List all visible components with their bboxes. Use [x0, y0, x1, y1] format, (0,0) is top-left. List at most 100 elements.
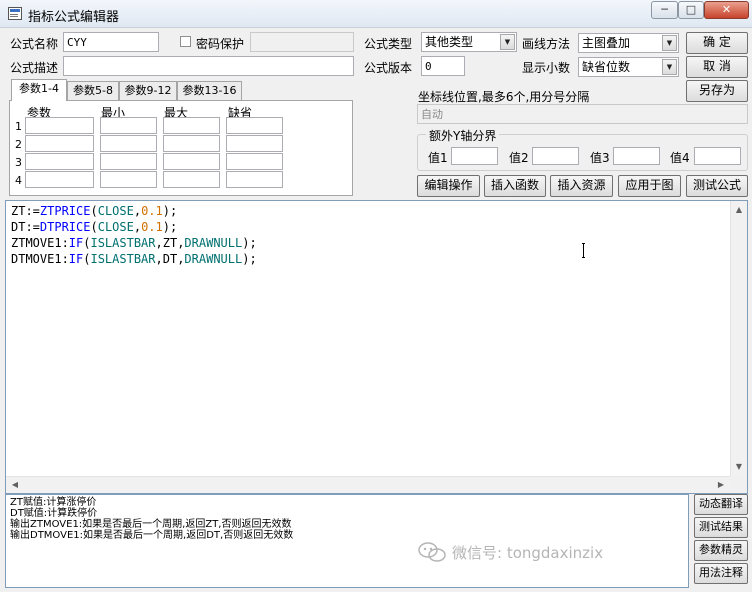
- editor-horizontal-scrollbar[interactable]: ◀ ▶: [6, 476, 730, 493]
- code-token: (: [90, 204, 98, 218]
- edit-operations-button[interactable]: 编辑操作: [417, 175, 480, 197]
- cancel-button[interactable]: 取 消: [686, 56, 748, 78]
- param-4-name[interactable]: [25, 171, 94, 188]
- code-token: (: [90, 220, 98, 234]
- param-row-number: 1: [15, 120, 22, 133]
- code-token: CLOSE: [97, 220, 134, 234]
- insert-function-button[interactable]: 插入函数: [484, 175, 546, 197]
- code-token: 0.1: [141, 220, 163, 234]
- output-line: DT赋值:计算跌停价: [10, 508, 98, 519]
- param-3-name[interactable]: [25, 153, 94, 170]
- code-token: ,ZT,: [155, 236, 185, 250]
- param-1-default[interactable]: [226, 117, 283, 134]
- param-row-number: 4: [15, 174, 22, 187]
- code-token: ZTMOVE1:: [11, 236, 69, 250]
- code-token: ZTPRICE: [39, 204, 91, 218]
- window-title: 指标公式编辑器: [28, 10, 120, 25]
- scroll-down-icon[interactable]: ▼: [731, 459, 747, 475]
- y-value-1-label: 值1: [428, 151, 448, 165]
- code-token: ZT:=: [11, 204, 40, 218]
- param-3-max[interactable]: [163, 153, 220, 170]
- extra-y-axis-label: 额外Y轴分界: [426, 127, 500, 144]
- code-line[interactable]: ZT:=ZTPRICE(CLOSE,0.1);: [11, 203, 177, 219]
- chevron-down-icon: ▼: [662, 35, 677, 51]
- param-2-name[interactable]: [25, 135, 94, 152]
- code-token: );: [162, 220, 178, 234]
- usage-notes-button[interactable]: 用法注释: [694, 563, 748, 584]
- dynamic-translate-button[interactable]: 动态翻译: [694, 494, 748, 515]
- tab-params-5-8[interactable]: 参数5-8: [67, 81, 119, 100]
- title-bar[interactable]: 指标公式编辑器 ─ □ ✕: [0, 0, 752, 28]
- y-value-4-input[interactable]: [694, 147, 741, 165]
- param-1-min[interactable]: [100, 117, 157, 134]
- param-1-name[interactable]: [25, 117, 94, 134]
- decimals-select[interactable]: 缺省位数 ▼: [578, 57, 679, 77]
- param-row-number: 2: [15, 138, 22, 151]
- param-1-max[interactable]: [163, 117, 220, 134]
- formula-version-input[interactable]: 0: [421, 56, 465, 76]
- editor-vertical-scrollbar[interactable]: ▲ ▼: [730, 201, 747, 476]
- test-formula-button[interactable]: 测试公式: [686, 175, 748, 197]
- param-2-min[interactable]: [100, 135, 157, 152]
- wechat-icon: [418, 542, 446, 562]
- param-4-min[interactable]: [100, 171, 157, 188]
- code-token: ISLASTBAR: [90, 236, 156, 250]
- watermark: 微信号: tongdaxinzix: [418, 540, 683, 566]
- tab-params-13-16[interactable]: 参数13-16: [177, 81, 242, 100]
- coord-lines-input[interactable]: 自动: [417, 104, 748, 124]
- param-wizard-button[interactable]: 参数精灵: [694, 540, 748, 561]
- y-value-3-input[interactable]: [613, 147, 660, 165]
- code-token: DTPRICE: [39, 220, 91, 234]
- test-result-button[interactable]: 测试结果: [694, 517, 748, 538]
- param-2-max[interactable]: [163, 135, 220, 152]
- ok-button[interactable]: 确 定: [686, 32, 748, 54]
- param-3-min[interactable]: [100, 153, 157, 170]
- formula-name-label: 公式名称: [10, 37, 59, 51]
- close-button[interactable]: ✕: [704, 1, 749, 19]
- maximize-button[interactable]: □: [678, 1, 704, 19]
- tab-params-1-4[interactable]: 参数1-4: [11, 79, 67, 101]
- insert-resource-button[interactable]: 插入资源: [550, 175, 613, 197]
- password-protect-checkbox[interactable]: [180, 36, 191, 47]
- code-line[interactable]: DT:=DTPRICE(CLOSE,0.1);: [11, 219, 177, 235]
- code-token: DRAWNULL: [184, 236, 243, 250]
- code-token: );: [162, 204, 178, 218]
- draw-method-select[interactable]: 主图叠加 ▼: [578, 33, 679, 53]
- tab-params-9-12[interactable]: 参数9-12: [119, 81, 177, 100]
- apply-to-chart-button[interactable]: 应用于图: [618, 175, 681, 197]
- code-line[interactable]: DTMOVE1:IF(ISLASTBAR,DT,DRAWNULL);: [11, 251, 257, 267]
- password-protect-label: 密码保护: [196, 37, 245, 51]
- code-token: DTMOVE1:: [11, 252, 69, 266]
- param-4-default[interactable]: [226, 171, 283, 188]
- param-2-default[interactable]: [226, 135, 283, 152]
- save-as-button[interactable]: 另存为: [686, 80, 748, 102]
- y-value-3-label: 值3: [590, 151, 610, 165]
- scroll-up-icon[interactable]: ▲: [731, 202, 747, 218]
- code-token: ISLASTBAR: [90, 252, 156, 266]
- code-token: 0.1: [141, 204, 163, 218]
- draw-method-value: 主图叠加: [582, 36, 631, 50]
- scroll-right-icon[interactable]: ▶: [713, 477, 729, 493]
- code-token: );: [242, 252, 257, 266]
- minimize-button[interactable]: ─: [651, 1, 678, 19]
- decimals-label: 显示小数: [522, 61, 571, 75]
- coord-lines-label: 坐标线位置,最多6个,用分号分隔: [418, 90, 590, 104]
- scrollbar-corner: [730, 476, 747, 493]
- param-row-number: 3: [15, 156, 22, 169]
- param-4-max[interactable]: [163, 171, 220, 188]
- draw-method-label: 画线方法: [522, 37, 571, 51]
- code-token: IF: [68, 252, 84, 266]
- param-3-default[interactable]: [226, 153, 283, 170]
- formula-name-input[interactable]: CYY: [63, 32, 159, 52]
- code-line[interactable]: ZTMOVE1:IF(ISLASTBAR,ZT,DRAWNULL);: [11, 235, 257, 251]
- output-line: ZT赋值:计算涨停价: [10, 497, 97, 508]
- code-editor[interactable]: ZT:=ZTPRICE(CLOSE,0.1); DT:=DTPRICE(CLOS…: [5, 200, 748, 494]
- scroll-left-icon[interactable]: ◀: [7, 477, 23, 493]
- formula-editor-window: 指标公式编辑器 ─ □ ✕ 公式名称 CYY 密码保护 公式类型 其他类型 ▼ …: [0, 0, 752, 592]
- output-line: 输出DTMOVE1:如果是否最后一个周期,返回DT,否则返回无效数: [10, 530, 294, 541]
- y-value-1-input[interactable]: [451, 147, 498, 165]
- formula-desc-input[interactable]: [63, 56, 354, 76]
- y-value-2-input[interactable]: [532, 147, 579, 165]
- text-cursor-icon: [582, 243, 585, 258]
- formula-type-select[interactable]: 其他类型 ▼: [421, 32, 517, 52]
